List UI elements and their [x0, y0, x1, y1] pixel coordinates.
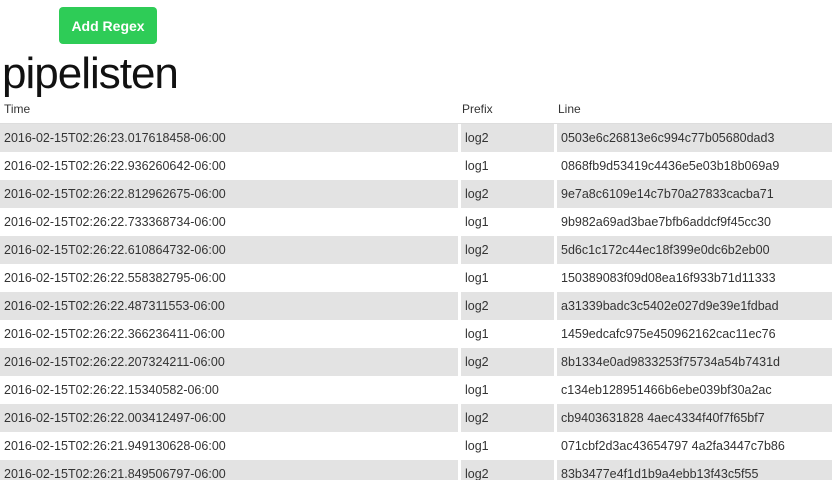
cell-line: 83b3477e4f1d1b9a4ebb13f43c5f55 — [554, 460, 832, 480]
cell-line: 8b1334e0ad9833253f75734a54b7431d — [554, 348, 832, 376]
cell-time: 2016-02-15T02:26:22.366236411-06:00 — [0, 320, 458, 348]
table-row: 2016-02-15T02:26:22.003412497-06:00 log2… — [0, 404, 832, 432]
table-row: 2016-02-15T02:26:22.812962675-06:00 log2… — [0, 180, 832, 208]
cell-prefix: log2 — [458, 292, 554, 320]
table-row: 2016-02-15T02:26:22.15340582-06:00 log1 … — [0, 376, 832, 404]
table-row: 2016-02-15T02:26:23.017618458-06:00 log2… — [0, 124, 832, 152]
column-header-line: Line — [554, 94, 832, 124]
cell-time: 2016-02-15T02:26:22.936260642-06:00 — [0, 152, 458, 180]
cell-prefix: log2 — [458, 348, 554, 376]
cell-prefix: log2 — [458, 124, 554, 152]
table-row: 2016-02-15T02:26:22.366236411-06:00 log1… — [0, 320, 832, 348]
cell-prefix: log1 — [458, 376, 554, 404]
cell-line: 071cbf2d3ac43654797 4a2fa3447c7b86 — [554, 432, 832, 460]
table-header-row: Time Prefix Line — [0, 94, 832, 124]
cell-prefix: log2 — [458, 180, 554, 208]
column-header-prefix: Prefix — [458, 94, 554, 124]
cell-time: 2016-02-15T02:26:21.949130628-06:00 — [0, 432, 458, 460]
cell-line: 5d6c1c172c44ec18f399e0dc6b2eb00 — [554, 236, 832, 264]
log-table: Time Prefix Line 2016-02-15T02:26:23.017… — [0, 94, 832, 480]
table-row: 2016-02-15T02:26:22.733368734-06:00 log1… — [0, 208, 832, 236]
cell-line: c134eb128951466b6ebe039bf30a2ac — [554, 376, 832, 404]
cell-prefix: log1 — [458, 208, 554, 236]
cell-line: a31339badc3c5402e027d9e39e1fdbad — [554, 292, 832, 320]
table-row: 2016-02-15T02:26:22.207324211-06:00 log2… — [0, 348, 832, 376]
table-row: 2016-02-15T02:26:22.558382795-06:00 log1… — [0, 264, 832, 292]
cell-time: 2016-02-15T02:26:22.003412497-06:00 — [0, 404, 458, 432]
page-title: pipelisten — [2, 49, 179, 98]
cell-line: 9b982a69ad3bae7bfb6addcf9f45cc30 — [554, 208, 832, 236]
table-row: 2016-02-15T02:26:21.849506797-06:00 log2… — [0, 460, 832, 480]
cell-line: 150389083f09d08ea16f933b71d11333 — [554, 264, 832, 292]
cell-time: 2016-02-15T02:26:23.017618458-06:00 — [0, 124, 458, 152]
cell-prefix: log2 — [458, 404, 554, 432]
cell-time: 2016-02-15T02:26:22.207324211-06:00 — [0, 348, 458, 376]
cell-prefix: log1 — [458, 432, 554, 460]
column-header-time: Time — [0, 94, 458, 124]
cell-time: 2016-02-15T02:26:22.487311553-06:00 — [0, 292, 458, 320]
cell-prefix: log1 — [458, 320, 554, 348]
table-row: 2016-02-15T02:26:22.936260642-06:00 log1… — [0, 152, 832, 180]
cell-time: 2016-02-15T02:26:21.849506797-06:00 — [0, 460, 458, 480]
cell-prefix: log2 — [458, 236, 554, 264]
table-row: 2016-02-15T02:26:21.949130628-06:00 log1… — [0, 432, 832, 460]
cell-time: 2016-02-15T02:26:22.733368734-06:00 — [0, 208, 458, 236]
cell-time: 2016-02-15T02:26:22.610864732-06:00 — [0, 236, 458, 264]
cell-prefix: log2 — [458, 460, 554, 480]
cell-line: 0503e6c26813e6c994c77b05680dad3 — [554, 124, 832, 152]
cell-line: 9e7a8c6109e14c7b70a27833cacba71 — [554, 180, 832, 208]
table-row: 2016-02-15T02:26:22.610864732-06:00 log2… — [0, 236, 832, 264]
cell-prefix: log1 — [458, 264, 554, 292]
table-row: 2016-02-15T02:26:22.487311553-06:00 log2… — [0, 292, 832, 320]
cell-prefix: log1 — [458, 152, 554, 180]
cell-time: 2016-02-15T02:26:22.558382795-06:00 — [0, 264, 458, 292]
cell-line: cb9403631828 4aec4334f40f7f65bf7 — [554, 404, 832, 432]
page: Add Regex pipelisten Time Prefix Line 20… — [0, 0, 832, 480]
cell-line: 1459edcafc975e450962162cac11ec76 — [554, 320, 832, 348]
cell-line: 0868fb9d53419c4436e5e03b18b069a9 — [554, 152, 832, 180]
cell-time: 2016-02-15T02:26:22.15340582-06:00 — [0, 376, 458, 404]
add-regex-button[interactable]: Add Regex — [59, 7, 157, 44]
cell-time: 2016-02-15T02:26:22.812962675-06:00 — [0, 180, 458, 208]
